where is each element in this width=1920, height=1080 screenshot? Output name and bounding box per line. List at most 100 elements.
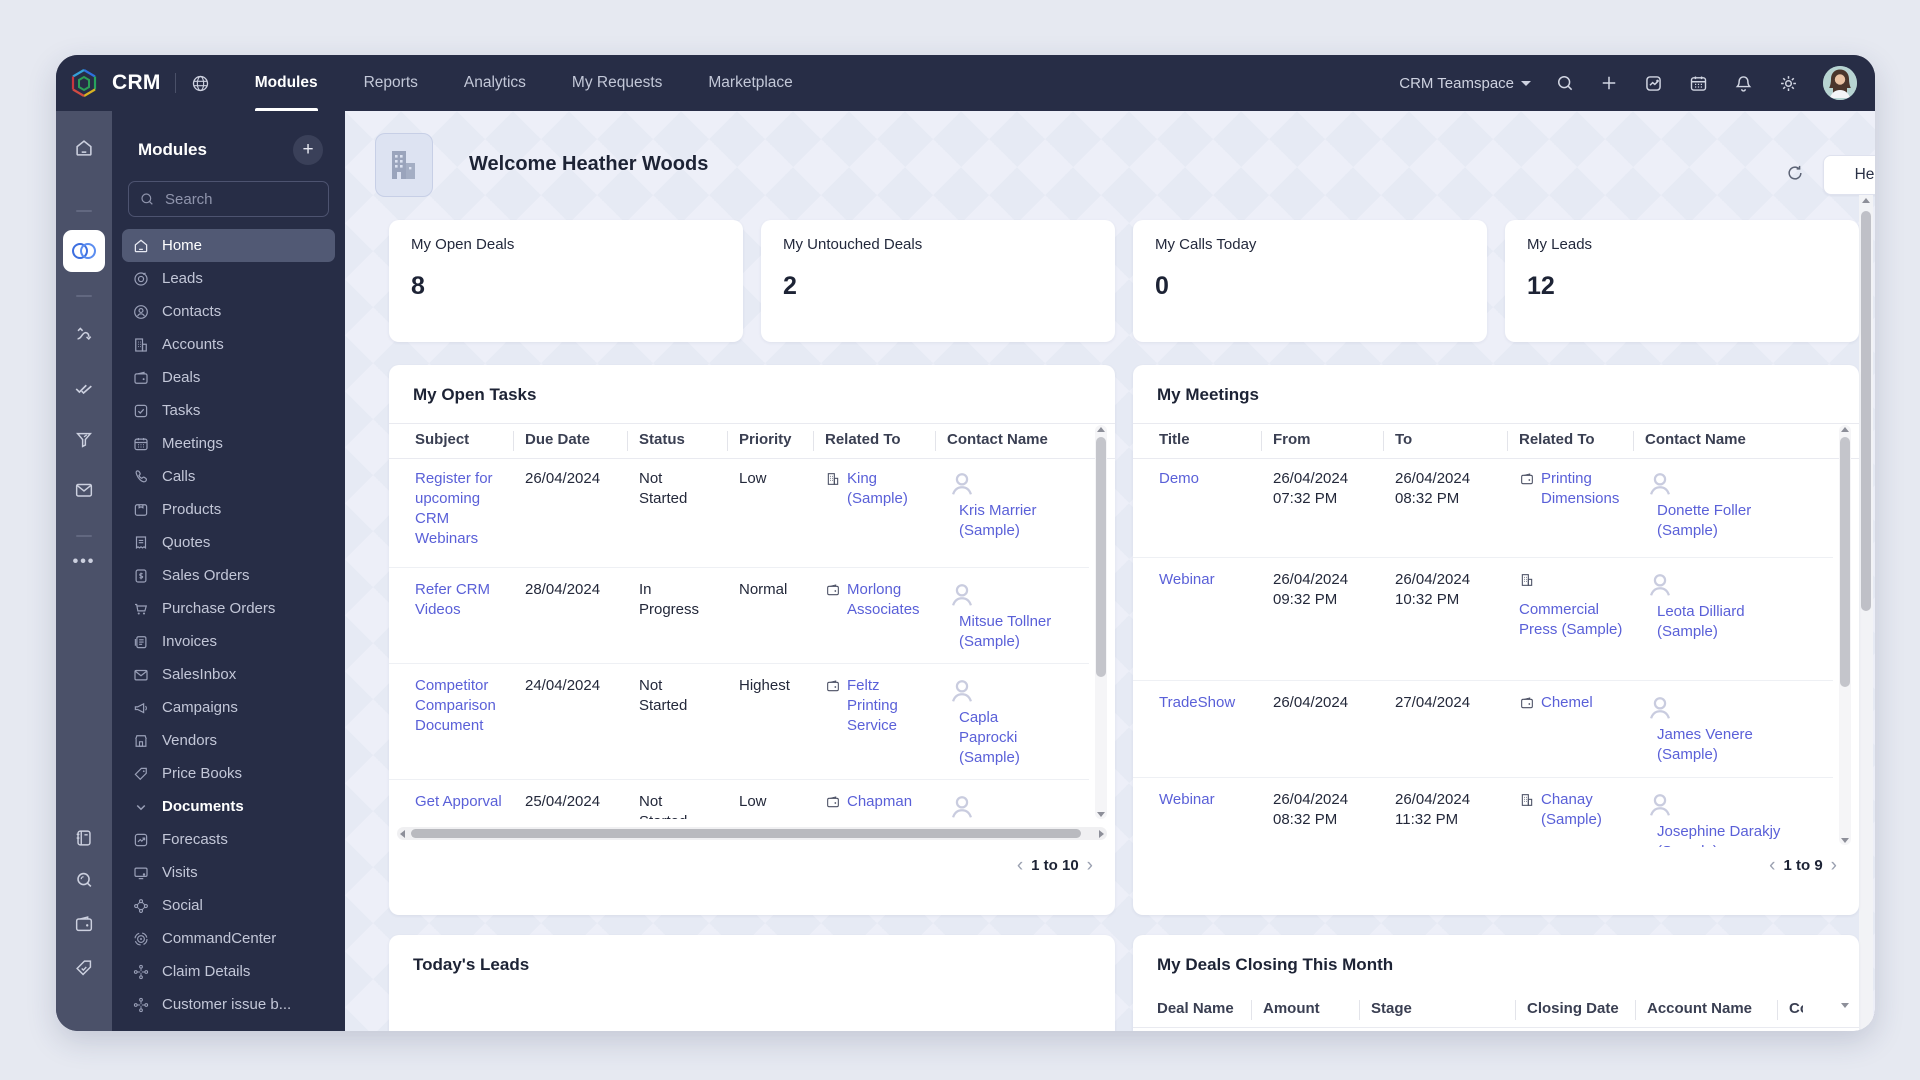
contact-link[interactable]: Josephine Darakjy (Sample) xyxy=(1657,822,1795,847)
table-row[interactable]: Demo 26/04/2024 07:32 PM 26/04/2024 08:3… xyxy=(1133,457,1833,558)
scrollbar-thumb[interactable] xyxy=(1096,437,1106,677)
notifications-icon[interactable] xyxy=(1733,73,1754,94)
globe-icon[interactable] xyxy=(190,73,211,94)
sidebar-item-tasks[interactable]: Tasks xyxy=(122,394,335,427)
column-header[interactable]: Amount xyxy=(1263,1000,1355,1017)
rail-home-icon[interactable] xyxy=(56,137,112,159)
prev-page-icon[interactable]: ‹ xyxy=(1769,859,1775,873)
sidebar-item-price-books[interactable]: Price Books xyxy=(122,757,335,790)
sidebar-item-meetings[interactable]: Meetings xyxy=(122,427,335,460)
column-header[interactable]: From xyxy=(1273,431,1381,448)
feeds-icon[interactable] xyxy=(1643,73,1664,94)
sidebar-item-contacts[interactable]: Contacts xyxy=(122,295,335,328)
sidebar-item-partial[interactable] xyxy=(122,1021,335,1031)
next-page-icon[interactable]: › xyxy=(1831,859,1837,873)
table-row[interactable]: Webinar 26/04/2024 09:32 PM 26/04/2024 1… xyxy=(1133,558,1833,681)
column-header[interactable]: Title xyxy=(1159,431,1259,448)
sidebar-item-campaigns[interactable]: Campaigns xyxy=(122,691,335,724)
related-record-link[interactable]: Morlong Associates xyxy=(847,580,929,620)
add-module-button[interactable]: + xyxy=(293,135,323,165)
column-header[interactable]: Stage xyxy=(1371,1000,1511,1017)
prev-page-icon[interactable]: ‹ xyxy=(1017,859,1023,873)
sidebar-item-claim-details[interactable]: Claim Details xyxy=(122,955,335,988)
user-avatar[interactable] xyxy=(1823,66,1857,100)
sidebar-item-products[interactable]: Products xyxy=(122,493,335,526)
task-subject-link[interactable]: Get Apporval xyxy=(415,793,502,810)
column-header[interactable]: Contact Name xyxy=(1789,1000,1803,1017)
contact-link[interactable]: Kris Marrier (Sample) xyxy=(959,501,1059,541)
rail-zia-search-icon[interactable] xyxy=(56,869,112,891)
table-row[interactable]: Competitor Comparison Document 24/04/202… xyxy=(389,664,1089,780)
contact-link[interactable]: Donette Foller (Sample) xyxy=(1657,501,1795,541)
scroll-down-arrow[interactable] xyxy=(1841,1003,1849,1008)
sidebar-item-accounts[interactable]: Accounts xyxy=(122,328,335,361)
crm-logo[interactable] xyxy=(56,55,112,111)
contact-link[interactable]: Capla Paprocki (Sample) xyxy=(959,708,1059,768)
nav-marketplace[interactable]: Marketplace xyxy=(708,55,792,111)
rail-signals-icon[interactable] xyxy=(56,323,112,345)
kpi-card-calls-today[interactable]: My Calls Today 0 xyxy=(1133,220,1487,342)
sidebar-item-commandcenter[interactable]: CommandCenter xyxy=(122,922,335,955)
scroll-down-arrow[interactable] xyxy=(1097,812,1105,817)
task-subject-link[interactable]: Competitor Comparison Document xyxy=(415,677,496,734)
meeting-title-link[interactable]: Webinar xyxy=(1159,571,1215,588)
rail-wallet-icon[interactable] xyxy=(56,913,112,935)
column-header[interactable]: Priority xyxy=(739,431,815,448)
sidebar-item-vendors[interactable]: Vendors xyxy=(122,724,335,757)
sidebar-item-home[interactable]: Home xyxy=(122,229,335,262)
module-search-input[interactable] xyxy=(163,190,317,209)
column-header[interactable]: Due Date xyxy=(525,431,629,448)
scroll-up-arrow[interactable] xyxy=(1097,427,1105,432)
column-header[interactable]: Subject xyxy=(415,431,515,448)
sidebar-item-leads[interactable]: Leads xyxy=(122,262,335,295)
related-record-link[interactable]: Printing Dimensions xyxy=(1541,469,1625,509)
page-scrollbar[interactable] xyxy=(1859,195,1873,1031)
task-subject-link[interactable]: Register for upcoming CRM Webinars xyxy=(415,470,493,547)
rail-crm-active-tile[interactable] xyxy=(63,230,105,272)
rail-tags-icon[interactable] xyxy=(56,957,112,979)
column-header[interactable]: Account Name xyxy=(1647,1000,1775,1017)
column-header[interactable]: Deal Name xyxy=(1157,1000,1249,1017)
sidebar-item-deals[interactable]: Deals xyxy=(122,361,335,394)
scroll-up-arrow[interactable] xyxy=(1862,198,1870,203)
table-row[interactable]: Webinar 26/04/2024 08:32 PM 26/04/2024 1… xyxy=(1133,778,1833,847)
sidebar-item-customer-issue[interactable]: Customer issue b... xyxy=(122,988,335,1021)
calendar-icon[interactable] xyxy=(1688,73,1709,94)
column-header[interactable]: Contact Name xyxy=(1645,431,1805,448)
scroll-left-arrow[interactable] xyxy=(400,830,405,838)
meeting-title-link[interactable]: Webinar xyxy=(1159,791,1215,808)
related-record-link[interactable]: Feltz Printing Service xyxy=(847,676,929,736)
sidebar-item-invoices[interactable]: Invoices xyxy=(122,625,335,658)
sidebar-item-salesinbox[interactable]: SalesInbox xyxy=(122,658,335,691)
search-icon[interactable] xyxy=(1555,73,1575,93)
related-record-link[interactable]: Chemel xyxy=(1541,693,1593,717)
nav-my-requests[interactable]: My Requests xyxy=(572,55,662,111)
scroll-up-arrow[interactable] xyxy=(1841,427,1849,432)
contact-link[interactable]: James Venere (Sample) xyxy=(1657,725,1795,765)
column-header[interactable]: Contact Name xyxy=(947,431,1063,448)
sidebar-item-purchase-orders[interactable]: Purchase Orders xyxy=(122,592,335,625)
sidebar-item-visits[interactable]: Visits xyxy=(122,856,335,889)
module-search[interactable] xyxy=(128,181,329,217)
sidebar-item-quotes[interactable]: Quotes xyxy=(122,526,335,559)
column-header[interactable]: To xyxy=(1395,431,1503,448)
meeting-title-link[interactable]: TradeShow xyxy=(1159,694,1235,711)
rail-funnel-icon[interactable] xyxy=(56,429,112,451)
rail-notebook-icon[interactable] xyxy=(56,827,112,849)
kpi-card-my-leads[interactable]: My Leads 12 xyxy=(1505,220,1859,342)
sidebar-item-social[interactable]: Social xyxy=(122,889,335,922)
sidebar-item-documents[interactable]: Documents xyxy=(122,790,335,823)
table-row[interactable]: Register for upcoming CRM Webinars 26/04… xyxy=(389,457,1089,568)
teamspace-selector[interactable]: CRM Teamspace xyxy=(1399,75,1531,92)
next-page-icon[interactable]: › xyxy=(1087,859,1093,873)
related-record-link[interactable]: Chanay (Sample) xyxy=(1541,790,1625,830)
contact-link[interactable]: Mitsue Tollner (Sample) xyxy=(959,612,1059,652)
related-record-link[interactable]: Chapman xyxy=(847,792,912,816)
sidebar-item-sales-orders[interactable]: Sales Orders xyxy=(122,559,335,592)
nav-modules[interactable]: Modules xyxy=(255,55,318,111)
contact-link[interactable]: Leota Dilliard (Sample) xyxy=(1657,602,1795,642)
add-icon[interactable] xyxy=(1599,73,1619,93)
kpi-card-untouched-deals[interactable]: My Untouched Deals 2 xyxy=(761,220,1115,342)
sidebar-item-forecasts[interactable]: Forecasts xyxy=(122,823,335,856)
column-header[interactable]: Related To xyxy=(1519,431,1631,448)
